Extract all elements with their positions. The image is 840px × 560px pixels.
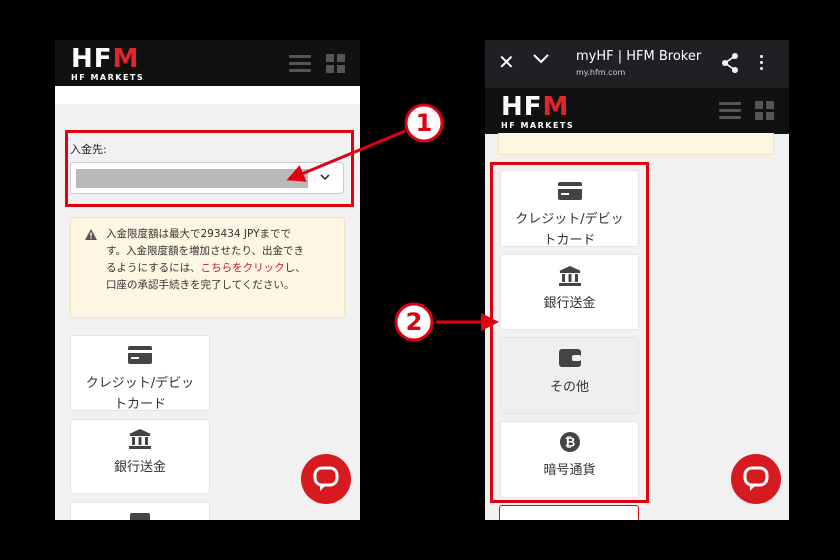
callout-arrows bbox=[286, 129, 499, 331]
arrow-to-deposit-select bbox=[286, 129, 406, 182]
